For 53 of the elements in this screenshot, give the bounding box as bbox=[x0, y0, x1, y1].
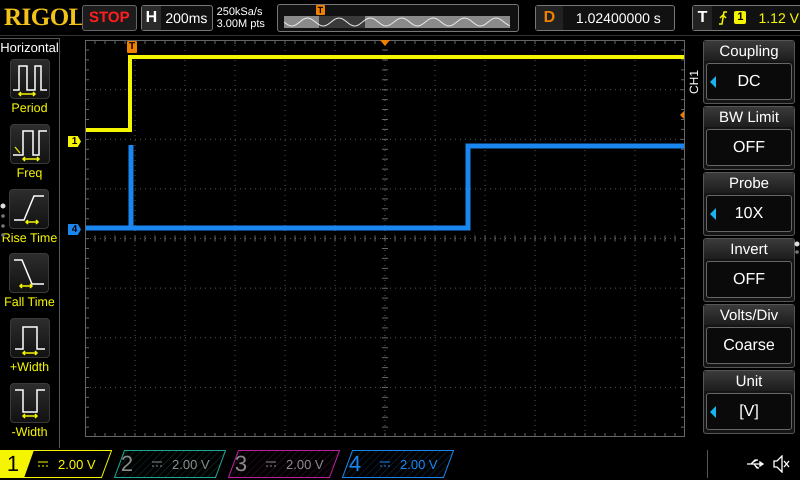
channel-tab[interactable]: 4 2.00 V bbox=[342, 450, 454, 478]
channel-tab[interactable]: 1 2.00 V bbox=[0, 450, 112, 478]
left-arrow-icon bbox=[710, 208, 716, 220]
page-indicator-icon bbox=[794, 241, 800, 257]
timebase-button[interactable]: H 200ms bbox=[140, 4, 213, 30]
left-arrow-icon bbox=[710, 76, 716, 88]
channel-marker: 1 bbox=[68, 136, 81, 147]
menu-value-button[interactable]: OFF bbox=[706, 261, 792, 298]
menu-value-button[interactable]: Coarse bbox=[706, 327, 792, 364]
dc-coupling-icon bbox=[38, 461, 48, 467]
measure-button[interactable] bbox=[10, 318, 50, 358]
trigger-marker: T bbox=[316, 4, 326, 14]
dc-coupling-icon bbox=[266, 461, 276, 467]
measure-button[interactable] bbox=[10, 383, 50, 424]
dc-coupling-icon bbox=[380, 461, 390, 467]
menu-title: Coupling bbox=[704, 41, 794, 61]
measure-label: Freq bbox=[16, 166, 42, 180]
channel-tab[interactable]: 2 2.00 V bbox=[114, 450, 226, 478]
measure-button[interactable] bbox=[9, 253, 50, 294]
measure-label: +Width bbox=[10, 360, 50, 374]
channel-tab[interactable]: 3 2.00 V bbox=[228, 450, 340, 478]
measure-button[interactable] bbox=[10, 124, 50, 164]
menu-value-button[interactable]: 10X bbox=[706, 195, 792, 232]
menu-title: Volts/Div bbox=[704, 305, 794, 325]
trigger-position-icon bbox=[380, 40, 390, 46]
measure-label: -Width bbox=[11, 425, 48, 440]
measure-button[interactable] bbox=[9, 188, 50, 229]
run-stop-button[interactable]: STOP bbox=[82, 4, 137, 30]
trigger-level-icon bbox=[680, 111, 684, 119]
trigger-button[interactable]: T 1 1.12 V bbox=[692, 4, 800, 30]
panel-title: Horizontal bbox=[0, 40, 59, 55]
left-arrow-icon bbox=[710, 406, 716, 418]
channel-label: CH1 bbox=[687, 70, 701, 94]
trigger-marker: T bbox=[127, 41, 138, 53]
measure-button[interactable] bbox=[10, 59, 50, 99]
measure-label: Period bbox=[11, 101, 48, 115]
menu-value-button[interactable]: [V] bbox=[706, 393, 792, 430]
measure-label: Rise Time bbox=[2, 230, 58, 245]
menu-title: Unit bbox=[704, 371, 794, 391]
usb-icon bbox=[746, 458, 766, 470]
channel-marker: 4 bbox=[68, 224, 81, 235]
menu-value-button[interactable]: OFF bbox=[706, 129, 792, 166]
speaker-muted-icon bbox=[772, 455, 792, 473]
menu-title: Invert bbox=[704, 239, 794, 259]
dc-coupling-icon bbox=[152, 461, 162, 467]
menu-title: Probe bbox=[704, 173, 794, 193]
memory-depth: 3.00M pts bbox=[216, 18, 266, 30]
sample-rate: 250kSa/s bbox=[216, 6, 264, 18]
menu-title: BW Limit bbox=[704, 107, 794, 127]
rising-edge-icon bbox=[718, 10, 728, 24]
measure-label: Fall Time bbox=[4, 295, 55, 310]
delay-button[interactable]: D 1.02400000 s bbox=[534, 4, 675, 30]
menu-value-button[interactable]: DC bbox=[706, 63, 792, 100]
